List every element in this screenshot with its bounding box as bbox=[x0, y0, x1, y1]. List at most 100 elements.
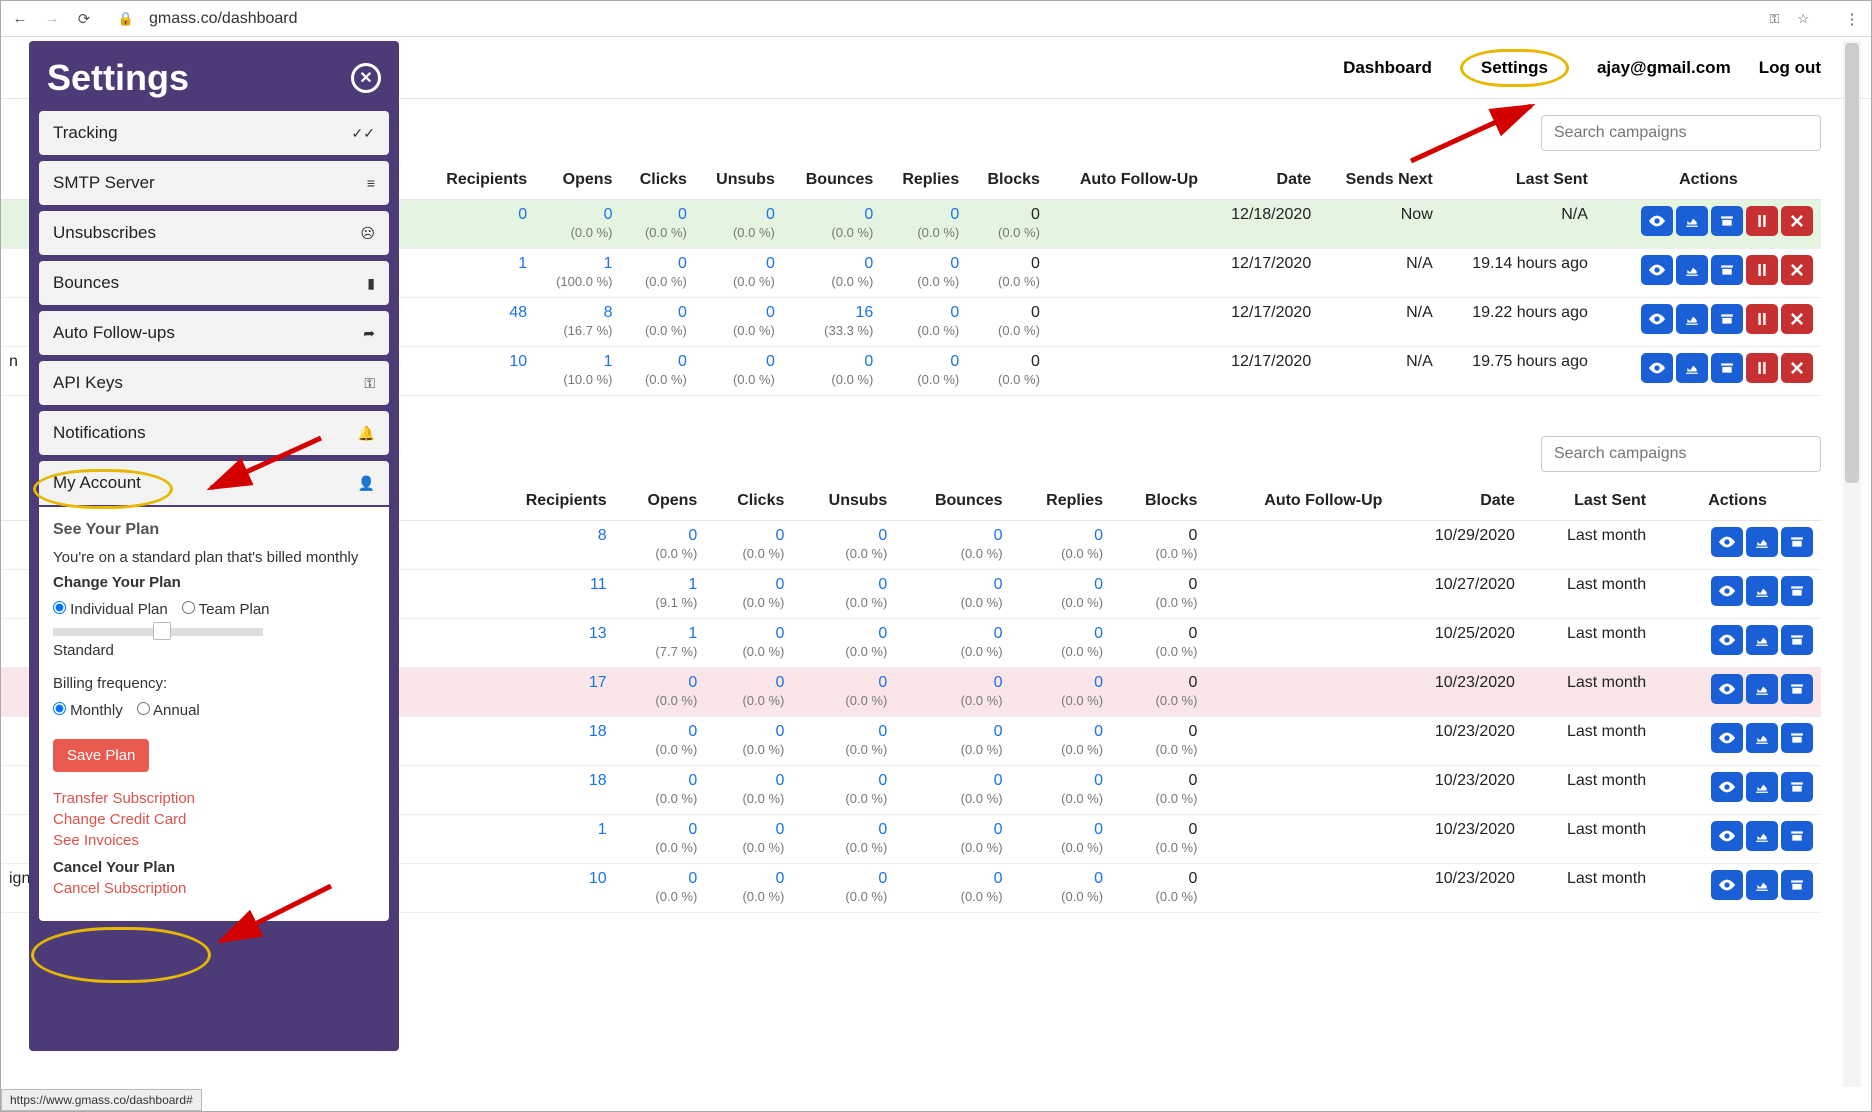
accordion-tracking[interactable]: Tracking✓✓ bbox=[39, 111, 389, 155]
action-archive-icon[interactable] bbox=[1781, 527, 1813, 557]
radio-annual[interactable]: Annual bbox=[137, 702, 200, 719]
action-archive-icon[interactable] bbox=[1781, 576, 1813, 606]
nav-email[interactable]: ajay@gmail.com bbox=[1597, 58, 1731, 78]
action-report-icon[interactable] bbox=[1676, 353, 1708, 383]
action-view-icon[interactable] bbox=[1711, 821, 1743, 851]
action-view-icon[interactable] bbox=[1711, 527, 1743, 557]
action-delete-icon[interactable] bbox=[1781, 353, 1813, 383]
accordion-unsubs[interactable]: Unsubscribes☹ bbox=[39, 211, 389, 255]
action-view-icon[interactable] bbox=[1711, 772, 1743, 802]
action-archive-icon[interactable] bbox=[1711, 206, 1743, 236]
accordion-notif[interactable]: Notifications🔔 bbox=[39, 411, 389, 455]
action-archive-icon[interactable] bbox=[1781, 674, 1813, 704]
person-icon: 👤 bbox=[358, 475, 375, 492]
col-unsubs: Unsubs bbox=[695, 161, 783, 200]
action-view-icon[interactable] bbox=[1641, 353, 1673, 383]
settings-panel: Settings ✕ Tracking✓✓ SMTP Server≡ Unsub… bbox=[29, 41, 399, 1051]
col-replies-2: Replies bbox=[1011, 482, 1112, 521]
action-pause-icon[interactable] bbox=[1746, 353, 1778, 383]
col-afu-2: Auto Follow-Up bbox=[1205, 482, 1390, 521]
action-report-icon[interactable] bbox=[1746, 772, 1778, 802]
accordion-api[interactable]: API Keys⚿ bbox=[39, 361, 389, 405]
action-archive-icon[interactable] bbox=[1781, 821, 1813, 851]
search-campaigns-input-2[interactable] bbox=[1541, 436, 1821, 472]
col-blocks: Blocks bbox=[967, 161, 1048, 200]
action-view-icon[interactable] bbox=[1641, 255, 1673, 285]
sad-face-icon: ☹ bbox=[360, 225, 375, 242]
col-replies: Replies bbox=[881, 161, 967, 200]
action-pause-icon[interactable] bbox=[1746, 206, 1778, 236]
plan-tier-label: Standard bbox=[53, 642, 375, 659]
col-clicks: Clicks bbox=[620, 161, 694, 200]
action-report-icon[interactable] bbox=[1746, 625, 1778, 655]
menu-dots-icon[interactable]: ⋮ bbox=[1843, 10, 1861, 28]
col-date-2: Date bbox=[1390, 482, 1522, 521]
action-report-icon[interactable] bbox=[1746, 870, 1778, 900]
action-view-icon[interactable] bbox=[1711, 723, 1743, 753]
save-plan-button[interactable]: Save Plan bbox=[53, 739, 149, 772]
url-text[interactable]: gmass.co/dashboard bbox=[149, 10, 298, 28]
col-clicks-2: Clicks bbox=[705, 482, 792, 521]
close-settings-button[interactable]: ✕ bbox=[351, 63, 381, 93]
accordion-bounces[interactable]: Bounces▮ bbox=[39, 261, 389, 305]
lock-icon: 🔒 bbox=[117, 10, 135, 28]
action-report-icon[interactable] bbox=[1676, 255, 1708, 285]
action-report-icon[interactable] bbox=[1746, 723, 1778, 753]
accordion-smtp[interactable]: SMTP Server≡ bbox=[39, 161, 389, 205]
page-scrollbar[interactable] bbox=[1843, 41, 1861, 1087]
accordion-account[interactable]: My Account👤 bbox=[39, 461, 389, 505]
action-report-icon[interactable] bbox=[1746, 821, 1778, 851]
plan-description: You're on a standard plan that's billed … bbox=[53, 549, 375, 566]
exit-icon: ▮ bbox=[367, 275, 375, 292]
action-report-icon[interactable] bbox=[1746, 576, 1778, 606]
bell-icon: 🔔 bbox=[358, 425, 375, 442]
col-last-sent-2: Last Sent bbox=[1523, 482, 1654, 521]
accordion-afu[interactable]: Auto Follow-ups➦ bbox=[39, 311, 389, 355]
action-view-icon[interactable] bbox=[1711, 625, 1743, 655]
action-view-icon[interactable] bbox=[1711, 870, 1743, 900]
col-date: Date bbox=[1206, 161, 1319, 200]
action-report-icon[interactable] bbox=[1676, 304, 1708, 334]
action-report-icon[interactable] bbox=[1676, 206, 1708, 236]
key-icon[interactable]: ⚿ bbox=[1769, 11, 1779, 27]
change-credit-card-link[interactable]: Change Credit Card bbox=[53, 811, 375, 828]
action-delete-icon[interactable] bbox=[1781, 255, 1813, 285]
radio-monthly[interactable]: Monthly bbox=[53, 702, 123, 719]
action-view-icon[interactable] bbox=[1711, 576, 1743, 606]
search-campaigns-input-1[interactable] bbox=[1541, 115, 1821, 151]
action-view-icon[interactable] bbox=[1711, 674, 1743, 704]
action-view-icon[interactable] bbox=[1641, 206, 1673, 236]
action-report-icon[interactable] bbox=[1746, 527, 1778, 557]
transfer-subscription-link[interactable]: Transfer Subscription bbox=[53, 790, 375, 807]
browser-status-bar: https://www.gmass.co/dashboard# bbox=[1, 1089, 202, 1111]
action-archive-icon[interactable] bbox=[1781, 772, 1813, 802]
action-archive-icon[interactable] bbox=[1781, 870, 1813, 900]
action-archive-icon[interactable] bbox=[1781, 625, 1813, 655]
nav-settings[interactable]: Settings bbox=[1481, 58, 1548, 77]
col-actions-2: Actions bbox=[1654, 482, 1821, 521]
cancel-subscription-link[interactable]: Cancel Subscription bbox=[53, 880, 375, 897]
see-invoices-link[interactable]: See Invoices bbox=[53, 832, 375, 849]
radio-individual[interactable]: Individual Plan bbox=[53, 601, 168, 618]
radio-team[interactable]: Team Plan bbox=[182, 601, 270, 618]
reload-icon[interactable]: ⟳ bbox=[75, 10, 93, 28]
back-icon[interactable]: ← bbox=[11, 10, 29, 28]
key-icon: ⚿ bbox=[364, 375, 375, 392]
action-archive-icon[interactable] bbox=[1711, 255, 1743, 285]
action-report-icon[interactable] bbox=[1746, 674, 1778, 704]
forward-icon: ➦ bbox=[363, 325, 375, 342]
nav-logout[interactable]: Log out bbox=[1759, 58, 1821, 78]
action-delete-icon[interactable] bbox=[1781, 304, 1813, 334]
nav-dashboard[interactable]: Dashboard bbox=[1343, 58, 1432, 78]
action-archive-icon[interactable] bbox=[1711, 304, 1743, 334]
action-archive-icon[interactable] bbox=[1781, 723, 1813, 753]
plan-slider[interactable] bbox=[53, 628, 263, 636]
forward-icon[interactable]: → bbox=[43, 10, 61, 28]
action-pause-icon[interactable] bbox=[1746, 304, 1778, 334]
star-icon[interactable]: ☆ bbox=[1797, 11, 1809, 27]
action-delete-icon[interactable] bbox=[1781, 206, 1813, 236]
action-archive-icon[interactable] bbox=[1711, 353, 1743, 383]
action-view-icon[interactable] bbox=[1641, 304, 1673, 334]
action-pause-icon[interactable] bbox=[1746, 255, 1778, 285]
col-opens-2: Opens bbox=[615, 482, 706, 521]
